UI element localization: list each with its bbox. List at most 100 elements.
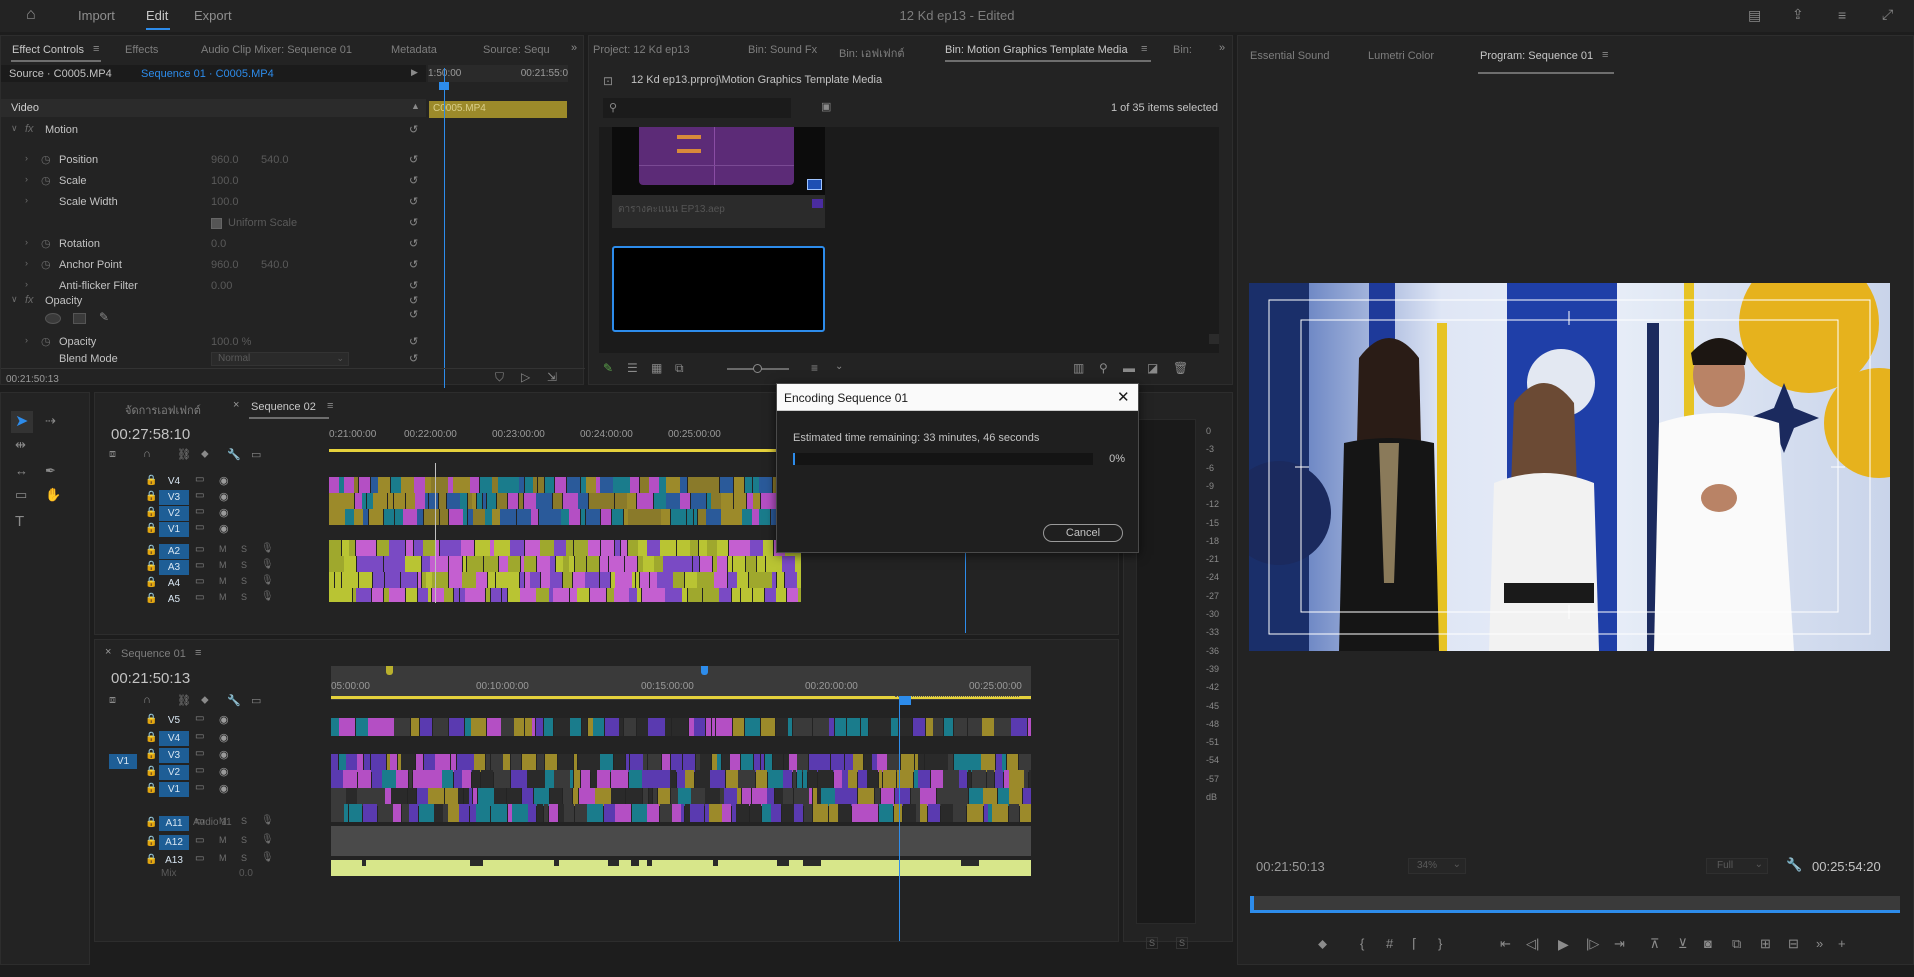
clip[interactable] — [993, 860, 1008, 866]
clip[interactable] — [727, 556, 733, 572]
clip[interactable] — [339, 718, 356, 736]
clip[interactable] — [441, 556, 449, 572]
clip[interactable] — [721, 493, 734, 509]
clip[interactable] — [507, 804, 512, 822]
sync-lock-icon[interactable]: ▭ — [195, 490, 204, 501]
clip[interactable] — [331, 804, 344, 822]
clip[interactable] — [331, 770, 343, 788]
cancel-button[interactable]: Cancel — [1043, 524, 1123, 542]
tab-audio-clip-mixer[interactable]: Audio Clip Mixer: Sequence 01 — [201, 44, 352, 56]
rectangle-mask-icon[interactable] — [73, 313, 86, 324]
clip[interactable] — [988, 804, 992, 822]
tab-bin-sound-fx[interactable]: Bin: Sound Fx — [748, 44, 817, 56]
clip[interactable] — [613, 477, 630, 493]
clip[interactable] — [666, 477, 680, 493]
clip[interactable] — [334, 572, 342, 588]
clip[interactable] — [639, 477, 649, 493]
clip[interactable] — [471, 718, 487, 736]
tab-menu-icon[interactable]: ≡ — [327, 400, 333, 412]
clip[interactable] — [709, 804, 722, 822]
reset-icon[interactable]: ↺ — [409, 153, 418, 166]
clip[interactable] — [892, 860, 902, 866]
clip[interactable] — [728, 540, 733, 556]
clip[interactable] — [676, 540, 690, 556]
clip[interactable] — [690, 804, 705, 822]
sync-lock-icon[interactable]: ▭ — [195, 560, 204, 571]
clip[interactable] — [566, 540, 574, 556]
clip[interactable] — [742, 509, 752, 525]
clip[interactable] — [711, 493, 721, 509]
clip[interactable] — [531, 509, 539, 525]
clip[interactable] — [428, 588, 432, 602]
stopwatch-icon[interactable]: ◷ — [41, 258, 51, 271]
clip[interactable] — [559, 860, 575, 866]
clip[interactable] — [627, 540, 638, 556]
clip[interactable] — [536, 493, 553, 509]
clip[interactable] — [817, 770, 834, 788]
stopwatch-icon[interactable]: ◷ — [41, 153, 51, 166]
sync-lock-icon[interactable]: ▭ — [195, 713, 204, 724]
clip[interactable] — [383, 860, 388, 866]
clip[interactable] — [994, 770, 1004, 788]
sync-lock-icon[interactable]: ▭ — [195, 835, 204, 846]
clip[interactable] — [690, 540, 699, 556]
clip[interactable] — [446, 493, 460, 509]
clip[interactable] — [415, 493, 425, 509]
clip[interactable] — [627, 493, 637, 509]
mic-icon[interactable]: 🎙 — [261, 815, 274, 826]
clip[interactable] — [338, 588, 353, 602]
solo-left-button[interactable]: S — [1146, 937, 1159, 949]
clip[interactable] — [699, 556, 713, 572]
sequence-01-timecode[interactable]: 00:21:50:13 — [111, 670, 190, 687]
eye-icon[interactable]: ◉ — [219, 748, 229, 761]
clip[interactable] — [528, 804, 532, 822]
clip[interactable] — [920, 804, 928, 822]
clip[interactable] — [797, 572, 801, 588]
clip[interactable] — [834, 718, 847, 736]
rectangle-tool-icon[interactable]: ▭ — [15, 487, 27, 503]
clip[interactable] — [878, 804, 894, 822]
clip[interactable] — [329, 509, 345, 525]
clip[interactable] — [419, 718, 433, 736]
clip[interactable] — [464, 718, 471, 736]
clip[interactable] — [405, 493, 415, 509]
clip[interactable] — [878, 770, 883, 788]
share-icon[interactable]: ⇪ — [1792, 6, 1804, 23]
clip[interactable] — [354, 477, 359, 493]
reset-icon[interactable]: ↺ — [409, 258, 418, 271]
clip[interactable] — [405, 540, 414, 556]
clip[interactable] — [449, 540, 461, 556]
uniform-scale-checkbox[interactable] — [211, 218, 222, 229]
clip[interactable] — [508, 556, 516, 572]
clip[interactable] — [741, 860, 749, 866]
track-name[interactable]: V4 — [159, 474, 189, 489]
clip[interactable] — [580, 509, 586, 525]
clip[interactable] — [623, 509, 628, 525]
clip[interactable] — [759, 860, 768, 866]
clip[interactable] — [577, 588, 590, 602]
clip[interactable] — [538, 509, 544, 525]
clip[interactable] — [356, 588, 371, 602]
clip[interactable] — [492, 509, 500, 525]
clip[interactable] — [845, 860, 859, 866]
clip[interactable] — [418, 804, 434, 822]
clip[interactable] — [755, 572, 772, 588]
clip[interactable] — [943, 718, 954, 736]
clip[interactable] — [460, 493, 468, 509]
opacity-value[interactable]: 100.0 % — [211, 336, 251, 348]
clip[interactable] — [570, 770, 574, 788]
clip[interactable] — [569, 509, 580, 525]
pen-mask-icon[interactable]: ✎ — [99, 310, 109, 324]
clip[interactable] — [509, 860, 523, 866]
clip[interactable] — [371, 770, 382, 788]
clip[interactable] — [599, 572, 611, 588]
clip[interactable] — [569, 556, 575, 572]
eye-icon[interactable]: ◉ — [219, 506, 229, 519]
clip[interactable] — [428, 770, 442, 788]
clip[interactable] — [370, 477, 378, 493]
clip[interactable] — [487, 572, 496, 588]
clip[interactable] — [706, 509, 721, 525]
clip[interactable] — [649, 572, 657, 588]
clip[interactable] — [490, 540, 494, 556]
clip[interactable] — [490, 588, 501, 602]
